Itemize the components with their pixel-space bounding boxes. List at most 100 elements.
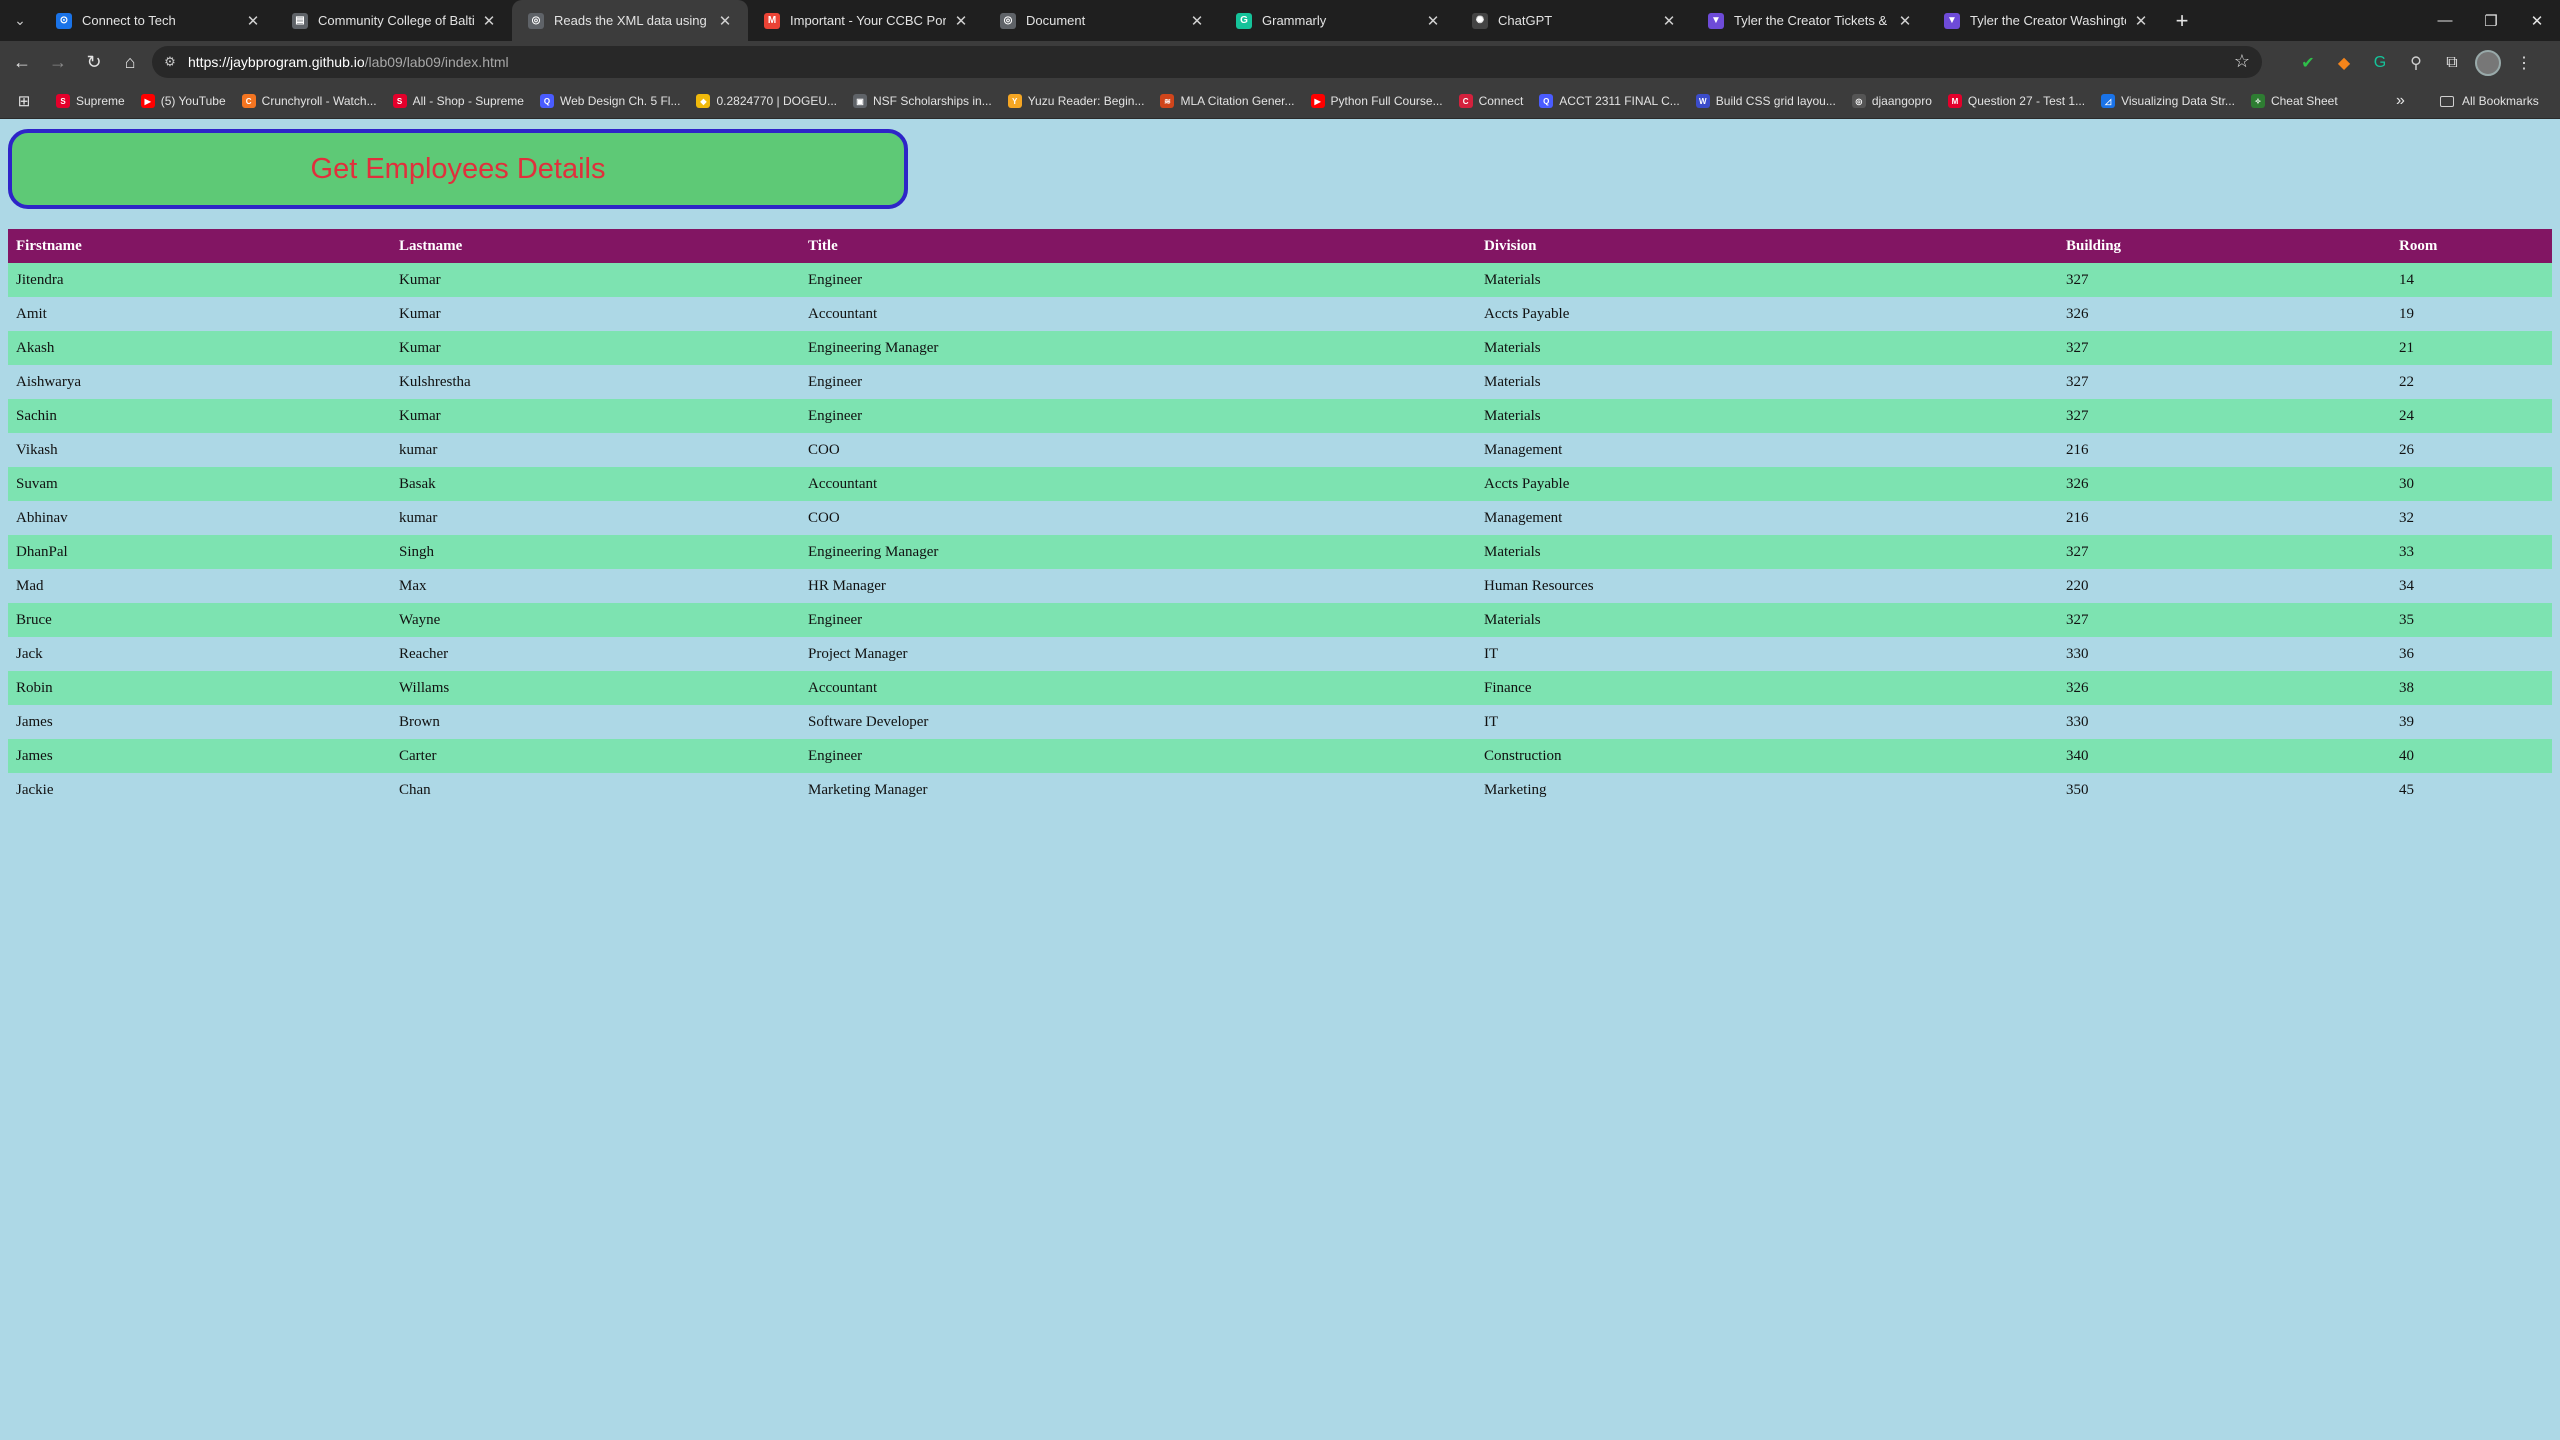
browser-tab[interactable]: G Grammarly ✕ (1220, 0, 1456, 41)
bookmark-item[interactable]: ◿ Visualizing Data Str... (2093, 87, 2243, 115)
cell-lastname: Basak (391, 467, 800, 501)
bookmark-item[interactable]: Q ACCT 2311 FINAL C... (1531, 87, 1688, 115)
browser-tab[interactable]: M Important - Your CCBC Portal M ✕ (748, 0, 984, 41)
tab-close-icon[interactable]: ✕ (716, 12, 734, 30)
back-icon[interactable]: ← (4, 45, 40, 81)
tab-search-icon[interactable]: ⌄ (0, 0, 40, 41)
cell-building: 326 (2058, 297, 2391, 331)
cell-title: COO (800, 433, 1476, 467)
bookmark-item[interactable]: ▶ Python Full Course... (1303, 87, 1451, 115)
browser-tab[interactable]: ✺ ChatGPT ✕ (1456, 0, 1692, 41)
metamask-extension-icon[interactable]: ◆ (2326, 45, 2362, 81)
minimize-icon[interactable]: — (2422, 0, 2468, 41)
apps-grid-icon[interactable]: ⊞ (0, 92, 48, 110)
cell-room: 24 (2391, 399, 2552, 433)
browser-tab[interactable]: ◎ Document ✕ (984, 0, 1220, 41)
cell-lastname: Singh (391, 535, 800, 569)
tab-title: Important - Your CCBC Portal M (790, 13, 946, 28)
bookmark-item[interactable]: C Connect (1451, 87, 1532, 115)
bookmark-item[interactable]: S All - Shop - Supreme (385, 87, 532, 115)
profile-avatar[interactable] (2470, 45, 2506, 81)
bookmark-item[interactable]: ✧ Cheat Sheet (2243, 87, 2346, 115)
table-row: Akash Kumar Engineering Manager Materials 32… (8, 331, 2552, 365)
table-row: Jitendra Kumar Engineer Materials 327 14 (8, 263, 2552, 297)
bookmark-favicon-icon: S (392, 94, 407, 108)
close-window-icon[interactable]: ✕ (2514, 0, 2560, 41)
cell-building: 216 (2058, 501, 2391, 535)
reload-icon[interactable]: ↻ (76, 45, 112, 81)
cell-firstname: James (8, 739, 391, 773)
tab-close-icon[interactable]: ✕ (952, 12, 970, 30)
dropper-extension-icon[interactable]: ⚲ (2398, 45, 2434, 81)
menu-kebab-icon[interactable]: ⋮ (2506, 45, 2542, 81)
bookmark-favicon-icon: ▶ (140, 94, 155, 108)
home-icon[interactable]: ⌂ (112, 45, 148, 81)
bookmark-label: MLA Citation Gener... (1180, 94, 1295, 108)
bookmark-label: Visualizing Data Str... (2121, 94, 2235, 108)
cell-building: 350 (2058, 773, 2391, 807)
tab-close-icon[interactable]: ✕ (480, 12, 498, 30)
address-bar[interactable]: ⚙ https://jaybprogram.github.io/lab09/la… (152, 46, 2262, 78)
browser-tab[interactable]: ◎ Reads the XML data using Java ✕ (512, 0, 748, 41)
cell-division: Management (1476, 433, 2058, 467)
cell-firstname: Jitendra (8, 263, 391, 297)
table-row: Robin Willams Accountant Finance 326 38 (8, 671, 2552, 705)
all-bookmarks-button[interactable]: All Bookmarks (2440, 84, 2539, 118)
all-bookmarks-label: All Bookmarks (2462, 94, 2539, 108)
cell-room: 39 (2391, 705, 2552, 739)
browser-tab[interactable]: ▼ Tyler the Creator Tickets & 202 ✕ (1692, 0, 1928, 41)
tab-close-icon[interactable]: ✕ (1424, 12, 1442, 30)
tab-close-icon[interactable]: ✕ (1660, 12, 1678, 30)
bookmark-item[interactable]: ≋ MLA Citation Gener... (1152, 87, 1302, 115)
column-header-firstname: Firstname (8, 229, 391, 263)
bookmark-star-icon[interactable]: ☆ (2234, 51, 2250, 72)
bookmark-item[interactable]: Y Yuzu Reader: Begin... (1000, 87, 1153, 115)
tab-favicon-icon: ✺ (1472, 12, 1488, 29)
folder-icon (2440, 95, 2454, 107)
restore-icon[interactable]: ❐ (2468, 0, 2514, 41)
get-employees-button[interactable]: Get Employees Details (8, 129, 908, 209)
cell-room: 36 (2391, 637, 2552, 671)
cell-division: Materials (1476, 603, 2058, 637)
bookmark-item[interactable]: ▶ (5) YouTube (133, 87, 234, 115)
bookmark-item[interactable]: Q Web Design Ch. 5 Fl... (532, 87, 689, 115)
bookmark-item[interactable]: S Supreme (48, 87, 133, 115)
new-tab-button[interactable]: + (2164, 0, 2200, 41)
tab-close-icon[interactable]: ✕ (2132, 12, 2150, 30)
column-header-division: Division (1476, 229, 2058, 263)
bookmark-label: Crunchyroll - Watch... (261, 94, 377, 108)
cell-building: 327 (2058, 263, 2391, 297)
browser-tab[interactable]: ⊙ Connect to Tech ✕ (40, 0, 276, 41)
cell-division: Materials (1476, 535, 2058, 569)
tab-close-icon[interactable]: ✕ (1188, 12, 1206, 30)
bookmark-item[interactable]: W Build CSS grid layou... (1688, 87, 1844, 115)
bookmark-item[interactable]: ▣ NSF Scholarships in... (845, 87, 1000, 115)
cell-room: 32 (2391, 501, 2552, 535)
site-info-icon[interactable]: ⚙ (152, 54, 188, 70)
bookmark-item[interactable]: ◎ djaangopro (1844, 87, 1940, 115)
cell-firstname: Bruce (8, 603, 391, 637)
cell-division: Construction (1476, 739, 2058, 773)
cell-room: 35 (2391, 603, 2552, 637)
browser-tab[interactable]: ▤ Community College of Baltimo ✕ (276, 0, 512, 41)
grammarly-extension-icon[interactable]: G (2362, 45, 2398, 81)
tab-favicon-icon: ◎ (528, 12, 544, 29)
tab-close-icon[interactable]: ✕ (1896, 12, 1914, 30)
more-bookmarks-icon[interactable]: » (2396, 84, 2405, 118)
forward-icon[interactable]: → (40, 45, 76, 81)
bookmark-favicon-icon: Q (1539, 94, 1554, 108)
check-extension-icon[interactable]: ✔ (2290, 45, 2326, 81)
bookmark-favicon-icon: ▣ (852, 94, 867, 108)
bookmark-item[interactable]: C Crunchyroll - Watch... (234, 87, 385, 115)
bookmark-favicon-icon: Y (1007, 94, 1022, 108)
bookmark-item[interactable]: ◆ 0.2824770 | DOGEU... (688, 87, 845, 115)
bookmark-item[interactable]: M Question 27 - Test 1... (1940, 87, 2093, 115)
table-row: Jackie Chan Marketing Manager Marketing 350 4… (8, 773, 2552, 807)
cell-lastname: Kumar (391, 263, 800, 297)
tab-close-icon[interactable]: ✕ (244, 12, 262, 30)
extensions-puzzle-icon[interactable]: ⧉ (2434, 45, 2470, 81)
table-row: James Brown Software Developer IT 330 39 (8, 705, 2552, 739)
cell-lastname: Wayne (391, 603, 800, 637)
browser-tab[interactable]: ▼ Tyler the Creator Washington D ✕ (1928, 0, 2164, 41)
tab-favicon-icon: M (764, 12, 780, 29)
